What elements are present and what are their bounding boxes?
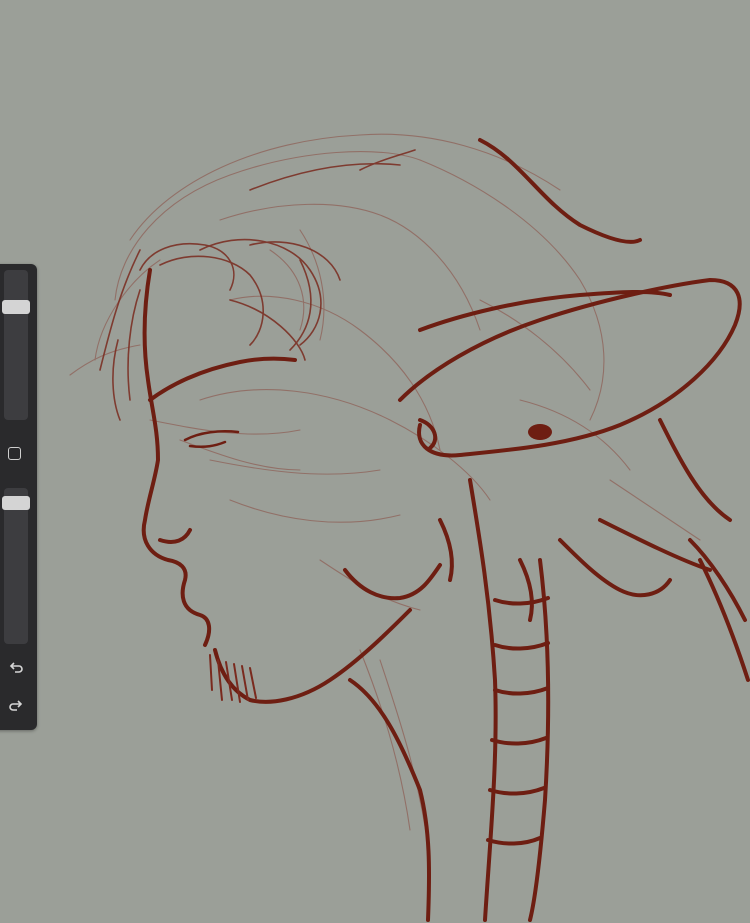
brush-opacity-slider[interactable] (2, 488, 30, 644)
brush-sidebar (0, 264, 37, 730)
sketch-artwork (69, 133, 750, 922)
redo-arrow-icon (9, 700, 23, 711)
brush-size-slider[interactable] (2, 270, 30, 420)
modify-button[interactable] (8, 447, 21, 460)
sketch-main-strokes (141, 138, 750, 922)
brush-opacity-thumb[interactable] (2, 496, 30, 510)
sketch-construction-lines (69, 133, 701, 861)
drawing-canvas[interactable] (0, 0, 750, 923)
brush-size-thumb[interactable] (2, 300, 30, 315)
undo-arrow-icon (9, 662, 23, 673)
sketch-ear-mark (528, 424, 552, 440)
undo-arrow-icon[interactable] (4, 660, 28, 680)
redo-arrow-icon[interactable] (4, 698, 28, 718)
